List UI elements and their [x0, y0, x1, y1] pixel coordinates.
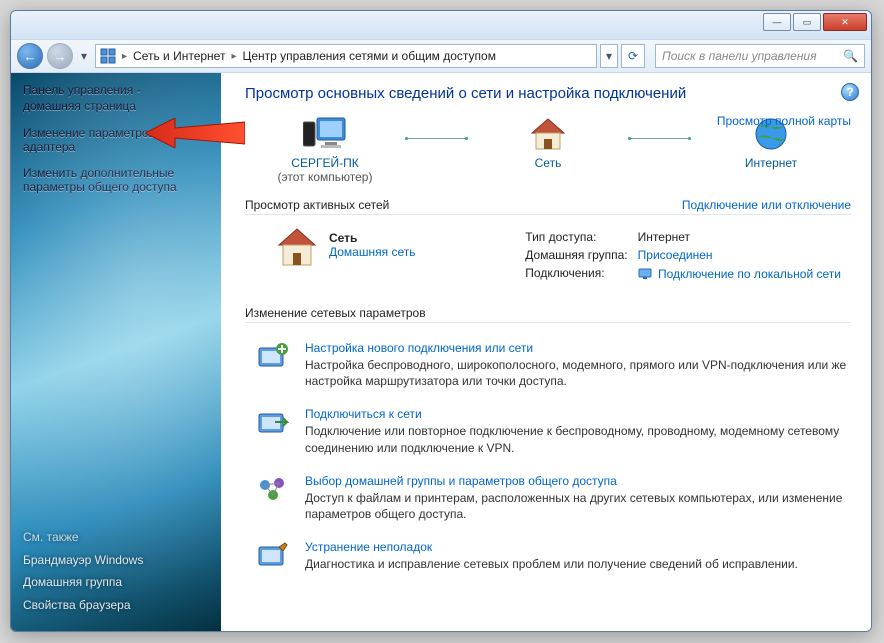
map-node-pc[interactable]: СЕРГЕЙ-ПК (этот компьютер): [245, 114, 405, 184]
minimize-button[interactable]: —: [763, 13, 791, 31]
connections-label: Подключения:: [525, 265, 635, 282]
close-button[interactable]: ✕: [823, 13, 867, 31]
active-network-row: Сеть Домашняя сеть Тип доступа: Интернет…: [245, 221, 851, 292]
breadcrumb-separator: ▸: [120, 51, 129, 62]
task-desc: Диагностика и исправление сетевых пробле…: [305, 556, 798, 572]
content-pane: ? Просмотр основных сведений о сети и на…: [221, 73, 871, 631]
task-troubleshoot[interactable]: Устранение неполадок Диагностика и испра…: [255, 532, 851, 582]
connect-disconnect-link[interactable]: Подключение или отключение: [682, 198, 851, 212]
homegroup-value-link[interactable]: Присоединен: [638, 248, 713, 262]
change-settings-header: Изменение сетевых параметров: [245, 306, 851, 323]
breadcrumb-segment-netcenter[interactable]: Центр управления сетями и общим доступом: [238, 49, 500, 63]
address-breadcrumb[interactable]: ▸ Сеть и Интернет ▸ Центр управления сет…: [95, 44, 597, 68]
window-titlebar: — ▭ ✕: [11, 11, 871, 39]
map-node-network[interactable]: Сеть: [468, 114, 628, 170]
sidebar-advanced-sharing[interactable]: Изменить дополнительные параметры общего…: [23, 166, 209, 194]
navigation-bar: ← → ▾ ▸ Сеть и Интернет ▸ Центр управлен…: [11, 39, 871, 73]
task-new-connection[interactable]: Настройка нового подключения или сети На…: [255, 333, 851, 399]
access-type-value: Интернет: [638, 229, 849, 245]
task-list: Настройка нового подключения или сети На…: [245, 329, 851, 582]
map-connector: [405, 138, 468, 139]
sidebar-home-line2: домашняя страница: [23, 99, 136, 113]
task-title: Выбор домашней группы и параметров общег…: [305, 474, 851, 488]
search-icon: 🔍: [843, 49, 858, 63]
new-connection-icon: [255, 341, 291, 371]
computer-icon: [245, 114, 405, 154]
troubleshoot-icon: [255, 540, 291, 570]
window-body: Панель управления - домашняя страница Из…: [11, 73, 871, 631]
network-type-link[interactable]: Домашняя сеть: [329, 245, 415, 259]
network-summary[interactable]: Сеть Домашняя сеть: [275, 227, 415, 284]
sidebar-home-line1: Панель управления -: [23, 83, 141, 97]
view-full-map-link[interactable]: Просмотр полной карты: [717, 114, 851, 128]
task-connect-network[interactable]: Подключиться к сети Подключение или повт…: [255, 399, 851, 465]
sidebar-home-link[interactable]: Панель управления - домашняя страница: [23, 83, 209, 114]
homegroup-icon: [255, 474, 291, 504]
pc-label: СЕРГЕЙ-ПК: [245, 156, 405, 170]
active-networks-label: Просмотр активных сетей: [245, 198, 389, 212]
breadcrumb-separator: ▸: [229, 51, 238, 62]
task-desc: Подключение или повторное подключение к …: [305, 423, 851, 455]
breadcrumb-dropdown[interactable]: ▾: [600, 44, 618, 68]
search-input[interactable]: Поиск в панели управления 🔍: [655, 44, 865, 68]
refresh-button[interactable]: ⟳: [621, 44, 645, 68]
control-panel-icon: [100, 48, 116, 64]
sidebar-adapter-settings[interactable]: Изменение параметров адаптера: [23, 126, 209, 154]
access-type-label: Тип доступа:: [525, 229, 635, 245]
network-label: Сеть: [468, 156, 628, 170]
lan-icon: [638, 266, 652, 280]
network-map: СЕРГЕЙ-ПК (этот компьютер) Сеть: [245, 114, 851, 184]
connect-network-icon: [255, 407, 291, 437]
breadcrumb-segment-network[interactable]: Сеть и Интернет: [129, 49, 229, 63]
pc-sublabel: (этот компьютер): [245, 170, 405, 184]
forward-button[interactable]: →: [47, 43, 73, 69]
history-dropdown[interactable]: ▾: [77, 43, 91, 69]
map-connector: [628, 138, 691, 139]
task-desc: Доступ к файлам и принтерам, расположенн…: [305, 490, 851, 522]
homegroup-label: Домашняя группа:: [525, 247, 635, 263]
task-desc: Настройка беспроводного, широкополосного…: [305, 357, 851, 389]
sidebar-homegroup-link[interactable]: Домашняя группа: [23, 571, 143, 594]
network-details: Тип доступа: Интернет Домашняя группа: П…: [523, 227, 851, 284]
help-icon[interactable]: ?: [841, 83, 859, 101]
maximize-button[interactable]: ▭: [793, 13, 821, 31]
network-name: Сеть: [329, 231, 415, 245]
connection-link[interactable]: Подключение по локальной сети: [658, 267, 841, 281]
task-title: Настройка нового подключения или сети: [305, 341, 851, 355]
sidebar-browser-props-link[interactable]: Свойства браузера: [23, 594, 143, 617]
active-networks-header: Просмотр активных сетей Подключение или …: [245, 198, 851, 215]
control-panel-window: — ▭ ✕ ← → ▾ ▸ Сеть и Интернет ▸ Центр уп…: [10, 10, 872, 632]
sidebar-firewall-link[interactable]: Брандмауэр Windows: [23, 549, 143, 572]
task-homegroup-sharing[interactable]: Выбор домашней группы и параметров общег…: [255, 466, 851, 532]
task-title: Подключиться к сети: [305, 407, 851, 421]
back-button[interactable]: ←: [17, 43, 43, 69]
house-icon: [468, 114, 628, 154]
house-icon: [275, 227, 319, 267]
see-also-header: См. также: [23, 526, 143, 549]
internet-label: Интернет: [691, 156, 851, 170]
search-placeholder: Поиск в панели управления: [662, 49, 817, 63]
sidebar: Панель управления - домашняя страница Из…: [11, 73, 221, 631]
sidebar-see-also: См. также Брандмауэр Windows Домашняя гр…: [23, 526, 143, 617]
task-title: Устранение неполадок: [305, 540, 798, 554]
page-title: Просмотр основных сведений о сети и наст…: [245, 85, 851, 102]
